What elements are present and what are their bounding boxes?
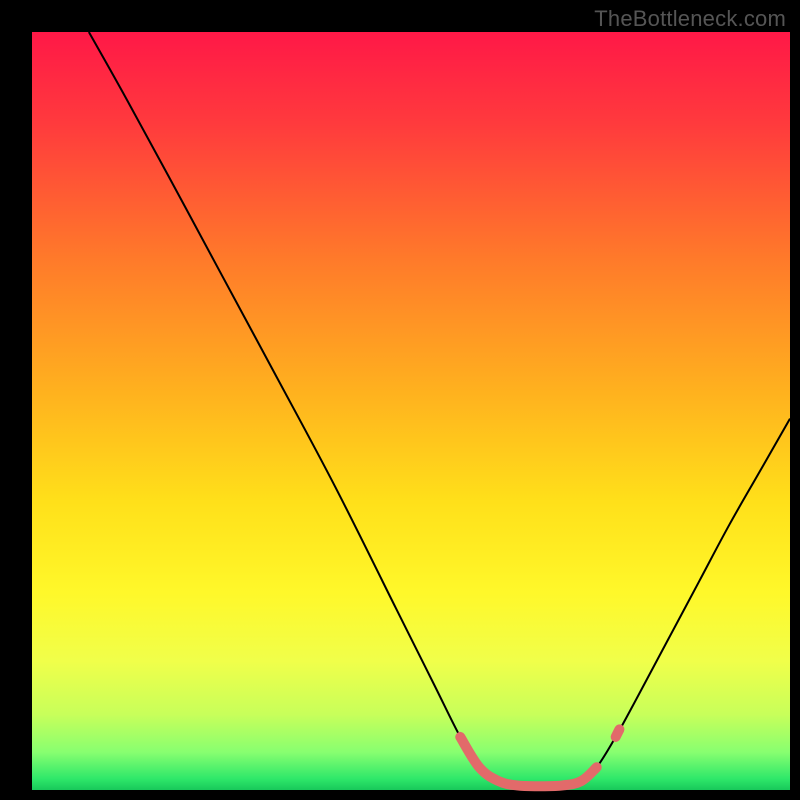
plot-background — [32, 32, 790, 790]
chart-svg — [0, 0, 800, 800]
highlight-dot — [616, 729, 620, 737]
watermark-label: TheBottleneck.com — [594, 6, 786, 32]
bottleneck-chart: TheBottleneck.com — [0, 0, 800, 800]
